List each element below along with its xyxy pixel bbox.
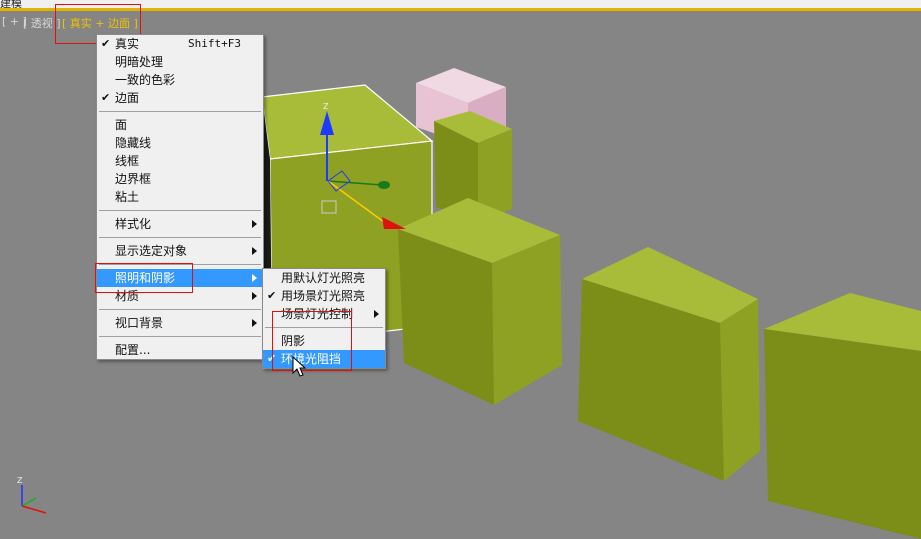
check-icon: ✔ (267, 289, 277, 302)
menu-separator (99, 237, 261, 238)
submenu-arrow-icon (252, 319, 257, 327)
green-box-4-side (720, 299, 760, 481)
menu-item-hidden-line[interactable]: 隐藏线 (97, 134, 263, 152)
gizmo-y-arrowhead (378, 181, 390, 189)
submenu-item-scene-lights[interactable]: ✔ 用场景灯光照亮 (263, 287, 385, 305)
check-icon: ✔ (101, 91, 111, 104)
menu-separator (99, 309, 261, 310)
gizmo-z-label: Z (323, 102, 329, 111)
menu-item-bounding-box[interactable]: 边界框 (97, 170, 263, 188)
annotation-box-ambient-occlusion (272, 311, 352, 371)
menu-item-facets[interactable]: 面 (97, 116, 263, 134)
menu-item-wireframe[interactable]: 线框 (97, 152, 263, 170)
menu-item-display-selected[interactable]: 显示选定对象 (97, 242, 263, 260)
submenu-arrow-icon (252, 220, 257, 228)
mouse-cursor-icon (292, 356, 306, 377)
submenu-arrow-icon (374, 310, 379, 318)
menu-item-consistent-colors[interactable]: 一致的色彩 (97, 71, 263, 89)
check-icon: ✔ (101, 37, 111, 50)
menu-item-clay[interactable]: 粘土 (97, 188, 263, 206)
tripod-z-label: Z (17, 476, 23, 485)
submenu-item-default-lights[interactable]: 用默认灯光照亮 (263, 269, 385, 287)
submenu-arrow-icon (252, 292, 257, 300)
shortcut-label: Shift+F3 (188, 37, 241, 50)
menu-separator (99, 111, 261, 112)
menu-item-edged-faces[interactable]: ✔ 边面 (97, 89, 263, 107)
menu-item-viewport-background[interactable]: 视口背景 (97, 314, 263, 332)
tripod-y-axis (21, 497, 37, 507)
tripod-x-axis (21, 505, 47, 514)
submenu-arrow-icon (252, 274, 257, 282)
menu-item-realistic[interactable]: ✔ 真实 Shift+F3 (97, 35, 263, 53)
submenu-arrow-icon (252, 247, 257, 255)
green-box-5-front (764, 329, 921, 539)
menu-item-stylized[interactable]: 样式化 (97, 215, 263, 233)
menu-item-shaded[interactable]: 明暗处理 (97, 53, 263, 71)
green-box-3-side (492, 235, 562, 405)
menu-item-configure[interactable]: 配置... (97, 341, 263, 359)
annotation-box-lighting (95, 263, 193, 293)
menu-separator (99, 336, 261, 337)
viewport-shading-menu: ✔ 真实 Shift+F3 明暗处理 一致的色彩 ✔ 边面 面 隐藏线 线框 边… (96, 34, 264, 360)
menu-separator (99, 210, 261, 211)
